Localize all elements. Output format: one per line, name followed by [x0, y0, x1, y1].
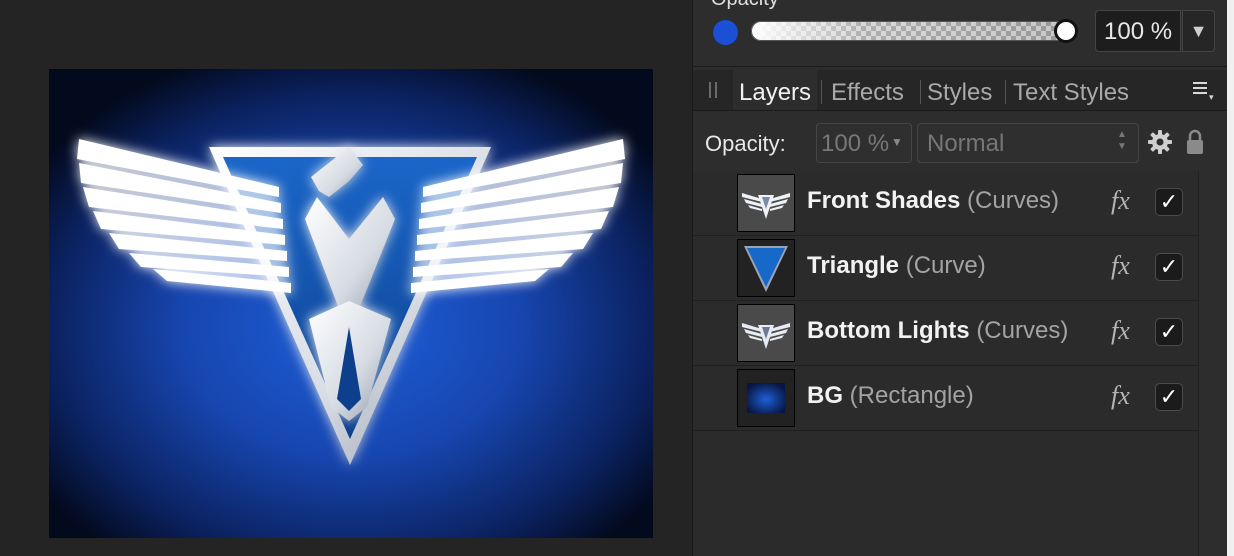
visibility-checkbox[interactable]: ✓ — [1155, 188, 1183, 216]
layer-type: (Curve) — [905, 252, 986, 279]
tab-separator — [821, 80, 822, 104]
layer-title: Triangle — [807, 252, 900, 279]
rectangle-thumbnail-icon — [737, 369, 795, 427]
artwork-canvas[interactable] — [49, 69, 653, 538]
background-document-edge — [1227, 0, 1234, 556]
opacity-value-field[interactable]: 100 % — [1095, 10, 1181, 52]
layers-studio-panel: Opacity 100 % ▼ Layers Effects Styles Te… — [692, 0, 1229, 556]
layer-name: Triangle (Curve) — [807, 252, 986, 280]
layer-row[interactable]: Bottom Lights (Curves) fx ✓ — [693, 301, 1198, 366]
layer-row[interactable]: Front Shades (Curves) fx ✓ — [693, 171, 1198, 236]
layer-opacity-label: Opacity: — [705, 131, 786, 156]
layer-row[interactable]: Triangle (Curve) fx ✓ — [693, 236, 1198, 301]
layer-name: Bottom Lights (Curves) — [807, 317, 1068, 345]
tab-separator — [1005, 80, 1006, 104]
chevron-down-icon[interactable]: ▼ — [891, 135, 903, 149]
tab-text-styles[interactable]: Text Styles — [1013, 70, 1129, 110]
fx-icon[interactable]: fx — [1111, 316, 1130, 346]
panel-menu-icon[interactable]: ▾ — [1193, 82, 1214, 102]
tab-separator — [920, 80, 921, 104]
blend-mode-select[interactable]: Normal — [917, 123, 1139, 163]
layer-name: BG (Rectangle) — [807, 382, 974, 410]
layer-type: (Curves) — [967, 187, 1060, 214]
fx-icon[interactable]: fx — [1111, 251, 1130, 281]
gear-icon[interactable] — [1147, 129, 1173, 155]
eagle-logo-artwork — [77, 139, 625, 465]
opacity-title: Opacity — [711, 0, 779, 11]
canvas-area[interactable] — [0, 0, 692, 556]
stepper-arrows-icon[interactable]: ▲ ▼ — [1117, 129, 1127, 153]
visibility-checkbox[interactable]: ✓ — [1155, 253, 1183, 281]
layer-title: BG — [807, 382, 843, 409]
layers-list: Front Shades (Curves) fx ✓ Triangle (Cur… — [693, 171, 1198, 556]
visibility-checkbox[interactable]: ✓ — [1155, 383, 1183, 411]
visibility-checkbox[interactable]: ✓ — [1155, 318, 1183, 346]
eagle-thumbnail-icon — [737, 304, 795, 362]
opacity-slider[interactable] — [751, 21, 1077, 41]
layer-title: Front Shades — [807, 187, 961, 214]
panel-tab-bar: Layers Effects Styles Text Styles ▾ — [693, 70, 1228, 111]
tab-layers[interactable]: Layers — [733, 70, 818, 110]
layer-type: (Curves) — [976, 317, 1069, 344]
opacity-dropdown-button[interactable]: ▼ — [1182, 10, 1215, 52]
triangle-thumbnail-icon — [737, 239, 795, 297]
layer-options-bar: Opacity: 100 % ▼ Normal ▲ ▼ — [693, 111, 1228, 171]
lock-icon[interactable] — [1185, 128, 1205, 156]
eagle-thumbnail-icon — [737, 174, 795, 232]
tab-styles[interactable]: Styles — [927, 70, 992, 110]
layer-row[interactable]: BG (Rectangle) fx ✓ — [693, 366, 1198, 431]
fx-icon[interactable]: fx — [1111, 381, 1130, 411]
color-opacity-section: Opacity 100 % ▼ — [693, 0, 1228, 67]
color-swatch[interactable] — [713, 20, 738, 45]
layer-name: Front Shades (Curves) — [807, 187, 1059, 215]
opacity-slider-knob[interactable] — [1054, 19, 1078, 43]
layer-type: (Rectangle) — [849, 382, 974, 409]
tab-effects[interactable]: Effects — [831, 70, 904, 110]
panel-grip-icon[interactable] — [709, 82, 717, 98]
fx-icon[interactable]: fx — [1111, 186, 1130, 216]
layer-title: Bottom Lights — [807, 317, 970, 344]
panel-scroll-area[interactable] — [1198, 171, 1229, 556]
